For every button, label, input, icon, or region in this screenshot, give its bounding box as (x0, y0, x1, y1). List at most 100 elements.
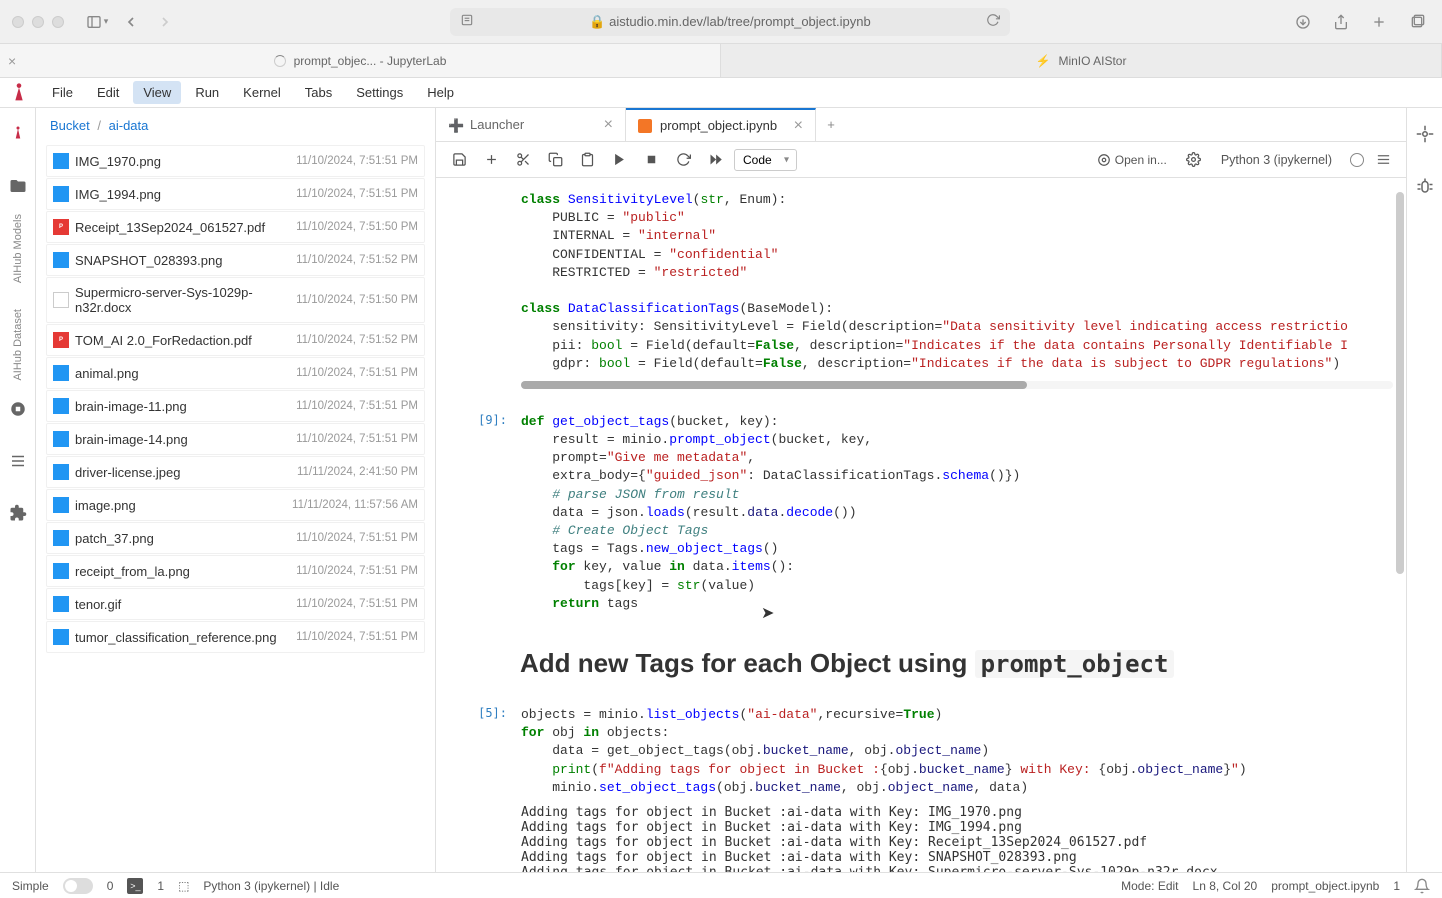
menu-view[interactable]: View (133, 81, 181, 104)
file-name: Supermicro-server-Sys-1029p-n32r.docx (75, 285, 296, 315)
notebook-content[interactable]: class SensitivityLevel(str, Enum): PUBLI… (436, 178, 1406, 872)
code-cell[interactable]: [5]: objects = minio.list_objects("ai-da… (436, 695, 1406, 872)
debugger-icon[interactable] (1411, 172, 1439, 200)
menu-tabs[interactable]: Tabs (295, 81, 342, 104)
paste-button[interactable] (574, 147, 600, 173)
kernel-status-icon[interactable] (1350, 153, 1364, 167)
minimize-window[interactable] (32, 16, 44, 28)
notebook-toolbar: Code Open in... Python 3 (ipykernel) (436, 142, 1406, 178)
markdown-cell[interactable]: Add new Tags for each Object using promp… (436, 626, 1406, 693)
code-cell[interactable]: [9]: def get_object_tags(bucket, key): r… (436, 402, 1406, 624)
restart-button[interactable] (670, 147, 696, 173)
close-tab-icon[interactable]: × (8, 53, 16, 69)
close-icon[interactable]: × (794, 117, 803, 135)
tabs-icon[interactable]: ⬚ (178, 879, 189, 893)
bell-icon[interactable] (1414, 878, 1430, 894)
tab-launcher[interactable]: ➕ Launcher × (436, 108, 626, 141)
running-rail-icon[interactable] (4, 395, 32, 423)
close-window[interactable] (12, 16, 24, 28)
code-area[interactable]: class SensitivityLevel(str, Enum): PUBLI… (521, 191, 1393, 373)
simple-toggle[interactable] (63, 878, 93, 894)
file-row[interactable]: IMG_1994.png11/10/2024, 7:51:51 PM (46, 178, 425, 210)
jupyter-logo[interactable] (8, 82, 30, 104)
code-area[interactable]: def get_object_tags(bucket, key): result… (521, 413, 1393, 613)
maximize-window[interactable] (52, 16, 64, 28)
url-bar[interactable]: 🔒 aistudio.min.dev/lab/tree/prompt_objec… (450, 8, 1010, 36)
file-row[interactable]: PReceipt_13Sep2024_061527.pdf11/10/2024,… (46, 211, 425, 243)
sidebar-toggle[interactable]: ▾ (84, 9, 110, 35)
share-icon[interactable] (1328, 9, 1354, 35)
tab-notebook[interactable]: prompt_object.ipynb × (626, 108, 816, 141)
file-row[interactable]: PTOM_AI 2.0_ForRedaction.pdf11/10/2024, … (46, 324, 425, 356)
file-date: 11/10/2024, 7:51:52 PM (296, 254, 418, 266)
nav-forward[interactable] (152, 9, 178, 35)
aihub-models-label[interactable]: AIHub Models (12, 202, 24, 295)
menu-settings[interactable]: Settings (346, 81, 413, 104)
menu-file[interactable]: File (42, 81, 83, 104)
save-button[interactable] (446, 147, 472, 173)
breadcrumb-path[interactable]: ai-data (109, 118, 149, 133)
file-row[interactable]: tumor_classification_reference.png11/10/… (46, 621, 425, 653)
new-tab-icon[interactable] (1366, 9, 1392, 35)
status-file[interactable]: prompt_object.ipynb (1271, 879, 1379, 893)
code-area[interactable]: objects = minio.list_objects("ai-data",r… (521, 706, 1393, 797)
pdf-file-icon: P (53, 219, 69, 235)
kernels-count[interactable]: 1 (157, 879, 164, 893)
cell-type-select[interactable]: Code (734, 149, 797, 171)
menu-edit[interactable]: Edit (87, 81, 129, 104)
file-row[interactable]: receipt_from_la.png11/10/2024, 7:51:51 P… (46, 555, 425, 587)
file-row[interactable]: IMG_1970.png11/10/2024, 7:51:51 PM (46, 145, 425, 177)
file-name: SNAPSHOT_028393.png (75, 253, 296, 268)
aihub-dataset-label[interactable]: AIHub Dataset (12, 297, 24, 393)
file-date: 11/11/2024, 2:41:50 PM (297, 466, 418, 478)
terminal-icon[interactable]: >_ (127, 878, 143, 894)
stop-button[interactable] (638, 147, 664, 173)
file-row[interactable]: brain-image-14.png11/10/2024, 7:51:51 PM (46, 423, 425, 455)
file-row[interactable]: patch_37.png11/10/2024, 7:51:51 PM (46, 522, 425, 554)
terminals-count[interactable]: 0 (107, 879, 114, 893)
file-row[interactable]: Supermicro-server-Sys-1029p-n32r.docx11/… (46, 277, 425, 323)
file-list[interactable]: IMG_1970.png11/10/2024, 7:51:51 PMIMG_19… (36, 141, 435, 872)
cut-button[interactable] (510, 147, 536, 173)
file-row[interactable]: image.png11/11/2024, 11:57:56 AM (46, 489, 425, 521)
horizontal-scrollbar[interactable] (521, 381, 1393, 389)
toolbar-menu-icon[interactable] (1370, 147, 1396, 173)
window-tab-jupyterlab[interactable]: × prompt_objec... - JupyterLab (0, 44, 721, 77)
folder-rail-icon[interactable] (4, 172, 32, 200)
scrollbar[interactable] (1396, 178, 1404, 872)
add-tab-button[interactable]: + (816, 108, 846, 141)
code-cell[interactable]: class SensitivityLevel(str, Enum): PUBLI… (436, 180, 1406, 400)
add-cell-button[interactable] (478, 147, 504, 173)
run-button[interactable] (606, 147, 632, 173)
file-name: tenor.gif (75, 597, 296, 612)
downloads-icon[interactable] (1290, 9, 1316, 35)
breadcrumb-root[interactable]: Bucket (50, 118, 90, 133)
extensions-rail-icon[interactable] (4, 499, 32, 527)
property-inspector-icon[interactable] (1411, 120, 1439, 148)
file-row[interactable]: animal.png11/10/2024, 7:51:51 PM (46, 357, 425, 389)
open-in-button[interactable]: Open in... (1089, 149, 1175, 171)
notebook-tabs: ➕ Launcher × prompt_object.ipynb × + (436, 108, 1406, 142)
file-row[interactable]: tenor.gif11/10/2024, 7:51:51 PM (46, 588, 425, 620)
window-tab-minio[interactable]: ⚡ MinIO AIStor (721, 44, 1442, 77)
copy-button[interactable] (542, 147, 568, 173)
gear-icon[interactable] (1181, 147, 1207, 173)
tabs-overview-icon[interactable] (1404, 9, 1430, 35)
file-row[interactable]: SNAPSHOT_028393.png11/10/2024, 7:51:52 P… (46, 244, 425, 276)
restart-run-all-button[interactable] (702, 147, 728, 173)
status-mode[interactable]: Mode: Edit (1121, 879, 1178, 893)
close-icon[interactable]: × (604, 116, 613, 134)
menu-help[interactable]: Help (417, 81, 464, 104)
nav-back[interactable] (118, 9, 144, 35)
file-row[interactable]: brain-image-11.png11/10/2024, 7:51:51 PM (46, 390, 425, 422)
kernel-name[interactable]: Python 3 (ipykernel) (1213, 153, 1340, 167)
menu-run[interactable]: Run (185, 81, 229, 104)
toc-rail-icon[interactable] (4, 447, 32, 475)
file-row[interactable]: driver-license.jpeg11/11/2024, 2:41:50 P… (46, 456, 425, 488)
doc-file-icon (53, 292, 69, 308)
menu-kernel[interactable]: Kernel (233, 81, 291, 104)
status-ln[interactable]: Ln 8, Col 20 (1193, 879, 1258, 893)
refresh-icon[interactable] (986, 13, 1000, 30)
minio-rail-icon[interactable] (4, 120, 32, 148)
status-kernel[interactable]: Python 3 (ipykernel) | Idle (203, 879, 339, 893)
